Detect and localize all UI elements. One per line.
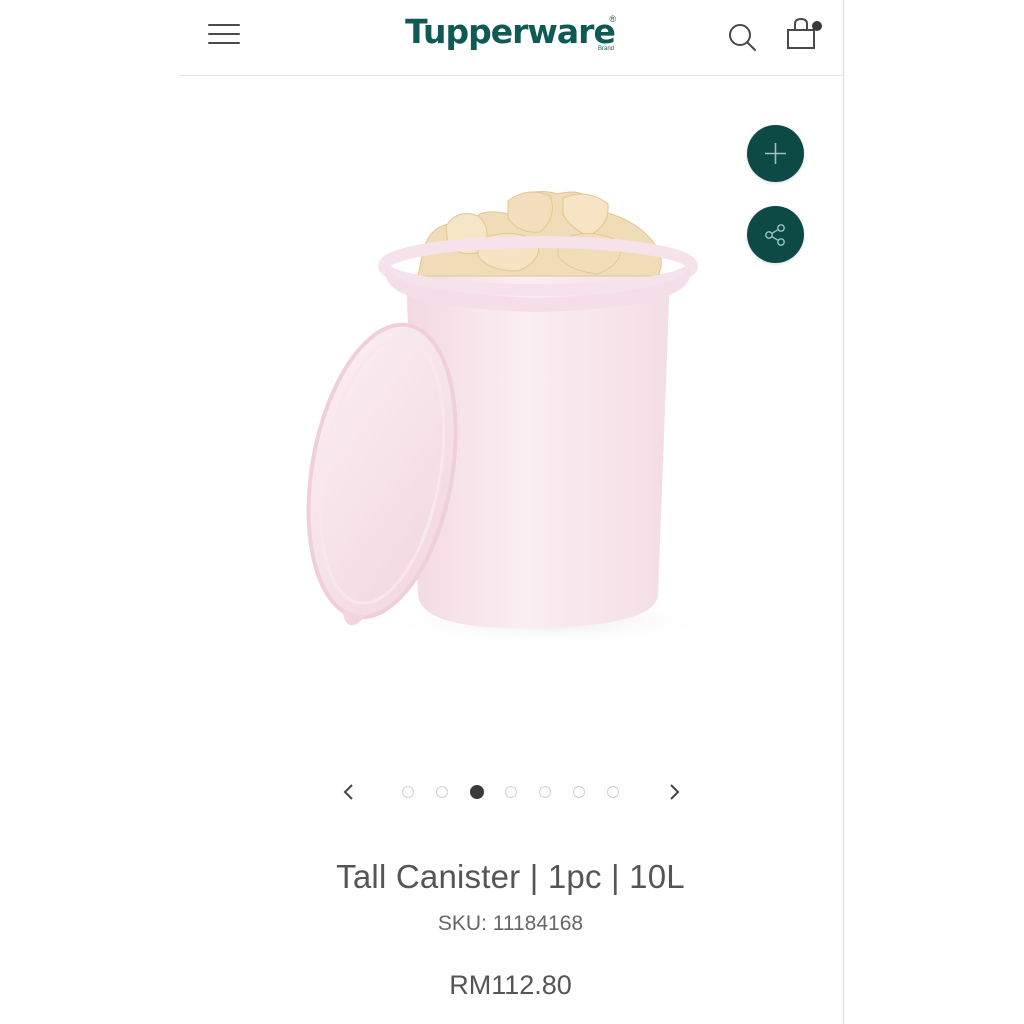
product-sku: SKU: 11184168 xyxy=(437,912,584,935)
brand-logo[interactable]: Tupperware ® Brand xyxy=(400,12,620,56)
brand-subtext: Brand xyxy=(597,46,614,52)
image-carousel-nav xyxy=(178,772,843,812)
cart-badge-dot xyxy=(812,21,822,31)
add-to-wishlist-button[interactable] xyxy=(747,125,804,182)
search-button[interactable] xyxy=(726,20,760,54)
carousel-dot-3-active[interactable] xyxy=(470,785,484,799)
menu-button[interactable] xyxy=(206,20,242,48)
carousel-dot-7[interactable] xyxy=(607,786,619,798)
chevron-left-icon xyxy=(343,784,353,800)
product-title: Tall Canister | 1pc | 10L xyxy=(336,858,685,895)
brand-name: Tupperware xyxy=(405,12,616,51)
chevron-right-icon xyxy=(670,784,680,800)
canister-image xyxy=(306,191,718,646)
carousel-dot-5[interactable] xyxy=(539,786,551,798)
cart-button[interactable] xyxy=(784,16,822,54)
carousel-dot-2[interactable] xyxy=(436,786,448,798)
shopping-bag-icon xyxy=(787,17,822,49)
site-header: Tupperware ® Brand xyxy=(178,0,843,76)
background-left xyxy=(0,0,178,1024)
share-button[interactable] xyxy=(747,206,804,263)
hamburger-menu-icon xyxy=(208,24,240,26)
carousel-next-button[interactable] xyxy=(660,778,688,806)
carousel-prev-button[interactable] xyxy=(335,778,363,806)
background-right xyxy=(843,0,1024,1024)
search-icon xyxy=(729,24,756,51)
product-image[interactable] xyxy=(178,76,843,756)
carousel-dot-1[interactable] xyxy=(402,786,414,798)
registered-mark: ® xyxy=(609,14,616,24)
carousel-dot-4[interactable] xyxy=(505,786,517,798)
plus-icon xyxy=(765,143,786,164)
product-page: Tupperware ® Brand Tall Canister | 1pc |… xyxy=(178,0,843,1024)
share-icon xyxy=(765,224,785,246)
product-price: RM112.80 xyxy=(449,970,572,1000)
carousel-dot-6[interactable] xyxy=(573,786,585,798)
